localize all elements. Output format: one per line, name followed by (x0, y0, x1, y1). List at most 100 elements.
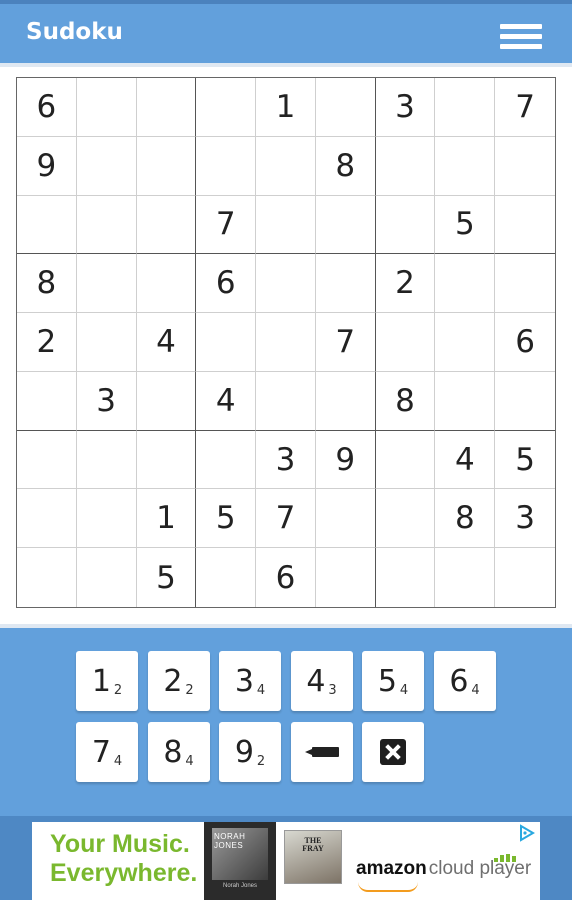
sudoku-cell[interactable]: 5 (435, 195, 496, 255)
number-key-5[interactable]: 54 (362, 651, 424, 711)
adchoices-icon[interactable] (518, 824, 536, 842)
equalizer-icon (494, 854, 520, 862)
erase-button[interactable] (362, 722, 424, 782)
sudoku-cell[interactable] (495, 372, 555, 431)
sudoku-cell[interactable] (256, 254, 316, 314)
sudoku-cell[interactable]: 8 (375, 371, 436, 431)
sudoku-cell[interactable] (136, 430, 197, 490)
sudoku-cell[interactable]: 9 (17, 136, 77, 196)
sudoku-cell[interactable] (375, 313, 436, 372)
number-key-8[interactable]: 84 (147, 722, 210, 782)
sudoku-cell[interactable]: 8 (17, 254, 77, 314)
ad-banner[interactable]: Your Music. Everywhere. NORAH JONES Nora… (32, 822, 540, 900)
sudoku-cell[interactable]: 8 (435, 489, 496, 549)
sudoku-cell[interactable]: 3 (495, 489, 555, 549)
sudoku-cell[interactable]: 7 (256, 489, 316, 549)
ad-headline: Your Music. Everywhere. (50, 830, 197, 888)
sudoku-cell[interactable]: 3 (256, 430, 316, 490)
sudoku-cell[interactable] (375, 195, 436, 255)
key-digit: 2 (163, 663, 183, 699)
sudoku-cell[interactable] (196, 136, 257, 196)
sudoku-cell[interactable] (435, 136, 496, 196)
sudoku-cell[interactable] (196, 548, 257, 607)
app-bar: Sudoku (0, 4, 572, 63)
sudoku-cell[interactable] (17, 548, 77, 607)
number-key-6[interactable]: 64 (433, 651, 496, 711)
hamburger-menu-icon[interactable] (500, 24, 542, 50)
sudoku-cell[interactable] (495, 548, 555, 607)
number-key-9[interactable]: 92 (219, 722, 281, 782)
sudoku-cell[interactable]: 6 (17, 78, 77, 137)
sudoku-cell[interactable] (375, 430, 436, 490)
sudoku-cell[interactable] (316, 548, 376, 607)
sudoku-cell[interactable] (375, 489, 436, 549)
sudoku-cell[interactable]: 6 (256, 548, 316, 607)
sudoku-cell[interactable] (17, 430, 77, 490)
sudoku-cell[interactable] (435, 78, 496, 137)
number-key-7[interactable]: 74 (76, 722, 138, 782)
sudoku-cell[interactable] (375, 136, 436, 196)
sudoku-cell[interactable] (315, 371, 376, 431)
sudoku-cell[interactable] (76, 489, 137, 549)
pencil-button[interactable] (291, 722, 353, 782)
sudoku-cell[interactable]: 3 (375, 78, 436, 137)
sudoku-cell[interactable] (315, 254, 376, 314)
sudoku-cell[interactable] (76, 78, 137, 137)
sudoku-cell[interactable]: 5 (137, 548, 197, 607)
sudoku-cell[interactable] (196, 313, 257, 372)
sudoku-cell[interactable] (495, 196, 555, 255)
sudoku-cell[interactable] (196, 430, 257, 490)
sudoku-cell[interactable] (435, 313, 496, 372)
sudoku-cell[interactable]: 7 (495, 78, 555, 137)
sudoku-cell[interactable] (256, 136, 316, 196)
sudoku-cell[interactable]: 1 (136, 489, 197, 549)
sudoku-cell[interactable] (76, 136, 137, 196)
sudoku-cell[interactable] (136, 78, 197, 137)
sudoku-cell[interactable] (495, 137, 555, 196)
sudoku-cell[interactable] (17, 489, 77, 549)
sudoku-cell[interactable] (76, 430, 137, 490)
sudoku-cell[interactable]: 6 (495, 313, 555, 372)
sudoku-cell[interactable]: 4 (435, 430, 496, 490)
sudoku-cell[interactable] (315, 78, 376, 137)
sudoku-cell[interactable] (136, 136, 197, 196)
sudoku-cell[interactable] (315, 195, 376, 255)
sudoku-cell[interactable] (136, 371, 197, 431)
sudoku-cell[interactable] (77, 548, 137, 607)
sudoku-cell[interactable] (256, 371, 316, 431)
sudoku-cell[interactable]: 5 (495, 431, 555, 490)
sudoku-cell[interactable]: 7 (315, 313, 376, 372)
sudoku-cell[interactable]: 4 (196, 371, 257, 431)
sudoku-cell[interactable]: 1 (256, 78, 316, 137)
sudoku-cell[interactable] (256, 195, 316, 255)
sudoku-cell[interactable]: 8 (315, 136, 376, 196)
number-key-1[interactable]: 12 (76, 651, 138, 711)
sudoku-cell[interactable]: 2 (375, 254, 436, 314)
sudoku-cell[interactable] (376, 548, 436, 607)
sudoku-cell[interactable] (315, 489, 376, 549)
number-key-4[interactable]: 43 (290, 651, 353, 711)
sudoku-cell[interactable] (17, 195, 77, 255)
sudoku-cell[interactable] (435, 254, 496, 314)
sudoku-cell[interactable]: 2 (17, 313, 77, 372)
sudoku-cell[interactable]: 6 (196, 254, 257, 314)
sudoku-cell[interactable]: 7 (196, 195, 257, 255)
sudoku-cell[interactable]: 4 (136, 313, 197, 372)
sudoku-cell[interactable] (136, 254, 197, 314)
sudoku-cell[interactable]: 5 (196, 489, 257, 549)
sudoku-cell[interactable] (76, 254, 137, 314)
sudoku-cell[interactable] (76, 195, 137, 255)
sudoku-cell[interactable] (495, 254, 555, 314)
sudoku-cell[interactable]: 9 (315, 430, 376, 490)
number-key-3[interactable]: 34 (219, 651, 281, 711)
number-key-2[interactable]: 22 (147, 651, 210, 711)
sudoku-cell[interactable] (435, 548, 496, 607)
sudoku-cell[interactable] (76, 313, 137, 372)
sudoku-cell[interactable]: 3 (76, 371, 137, 431)
sudoku-cell[interactable] (17, 371, 77, 431)
sudoku-cell[interactable] (196, 78, 257, 137)
sudoku-cell[interactable] (435, 371, 496, 431)
ad-brand-name: amazon (356, 858, 427, 879)
sudoku-cell[interactable] (256, 313, 316, 372)
sudoku-cell[interactable] (136, 195, 197, 255)
